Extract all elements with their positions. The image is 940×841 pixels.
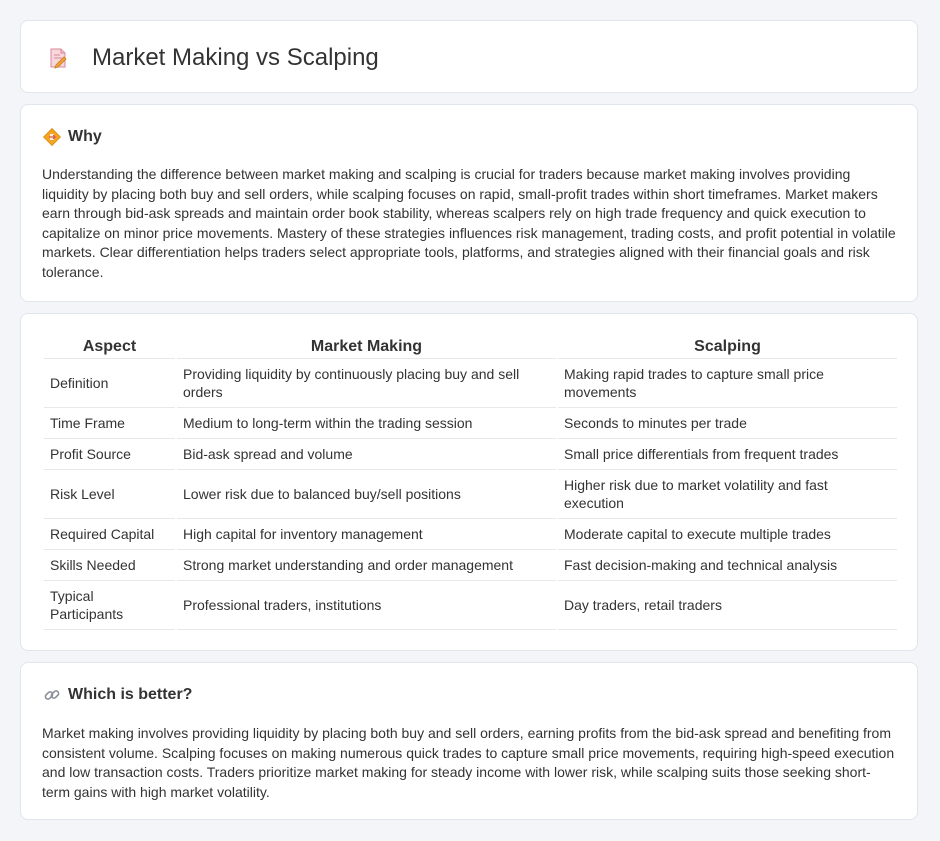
table-row: Required Capital High capital for invent… <box>44 519 897 550</box>
better-text: Market making involves providing liquidi… <box>42 725 895 800</box>
why-heading: Why <box>68 128 102 145</box>
cell-aspect: Skills Needed <box>44 550 175 581</box>
cell-scalping: Higher risk due to market volatility and… <box>558 470 897 519</box>
page-title: Market Making vs Scalping <box>92 44 379 71</box>
why-text: Understanding the difference between mar… <box>42 166 896 280</box>
cell-aspect: Required Capital <box>44 519 175 550</box>
cell-aspect: Typical Participants <box>44 581 175 630</box>
cell-aspect: Definition <box>44 359 175 408</box>
cell-scalping: Day traders, retail traders <box>558 581 897 630</box>
table-row: Typical Participants Professional trader… <box>44 581 897 630</box>
cell-market-making: Bid-ask spread and volume <box>177 439 556 470</box>
cell-aspect: Profit Source <box>44 439 175 470</box>
comparison-table: Aspect Market Making Scalping Definition… <box>42 334 899 630</box>
cell-scalping: Moderate capital to execute multiple tra… <box>558 519 897 550</box>
table-row: Definition Providing liquidity by contin… <box>44 359 897 408</box>
cell-aspect: Risk Level <box>44 470 175 519</box>
title-card: Market Making vs Scalping <box>20 20 918 93</box>
cell-market-making: Medium to long-term within the trading s… <box>177 408 556 439</box>
cell-scalping: Small price differentials from frequent … <box>558 439 897 470</box>
which-is-better-section: Which is better? Market making involves … <box>20 662 918 820</box>
header-market-making: Market Making <box>177 334 556 359</box>
document-pencil-icon <box>50 48 67 69</box>
table-row: Time Frame Medium to long-term within th… <box>44 408 897 439</box>
cell-aspect: Time Frame <box>44 408 175 439</box>
cell-market-making: High capital for inventory management <box>177 519 556 550</box>
diamond-sign-icon <box>43 128 61 146</box>
header-scalping: Scalping <box>558 334 897 359</box>
header-aspect: Aspect <box>44 334 175 359</box>
cell-market-making: Lower risk due to balanced buy/sell posi… <box>177 470 556 519</box>
comparison-section: Aspect Market Making Scalping Definition… <box>20 313 918 651</box>
table-row: Risk Level Lower risk due to balanced bu… <box>44 470 897 519</box>
table-header-row: Aspect Market Making Scalping <box>44 334 897 359</box>
link-icon <box>44 690 60 700</box>
table-row: Skills Needed Strong market understandin… <box>44 550 897 581</box>
why-section: Why Understanding the difference between… <box>20 104 918 302</box>
better-header: Which is better? <box>43 685 192 705</box>
cell-market-making: Professional traders, institutions <box>177 581 556 630</box>
table-row: Profit Source Bid-ask spread and volume … <box>44 439 897 470</box>
cell-scalping: Fast decision-making and technical analy… <box>558 550 897 581</box>
cell-scalping: Seconds to minutes per trade <box>558 408 897 439</box>
cell-market-making: Strong market understanding and order ma… <box>177 550 556 581</box>
cell-market-making: Providing liquidity by continuously plac… <box>177 359 556 408</box>
why-header: Why <box>43 127 102 147</box>
cell-scalping: Making rapid trades to capture small pri… <box>558 359 897 408</box>
better-heading: Which is better? <box>68 686 193 703</box>
